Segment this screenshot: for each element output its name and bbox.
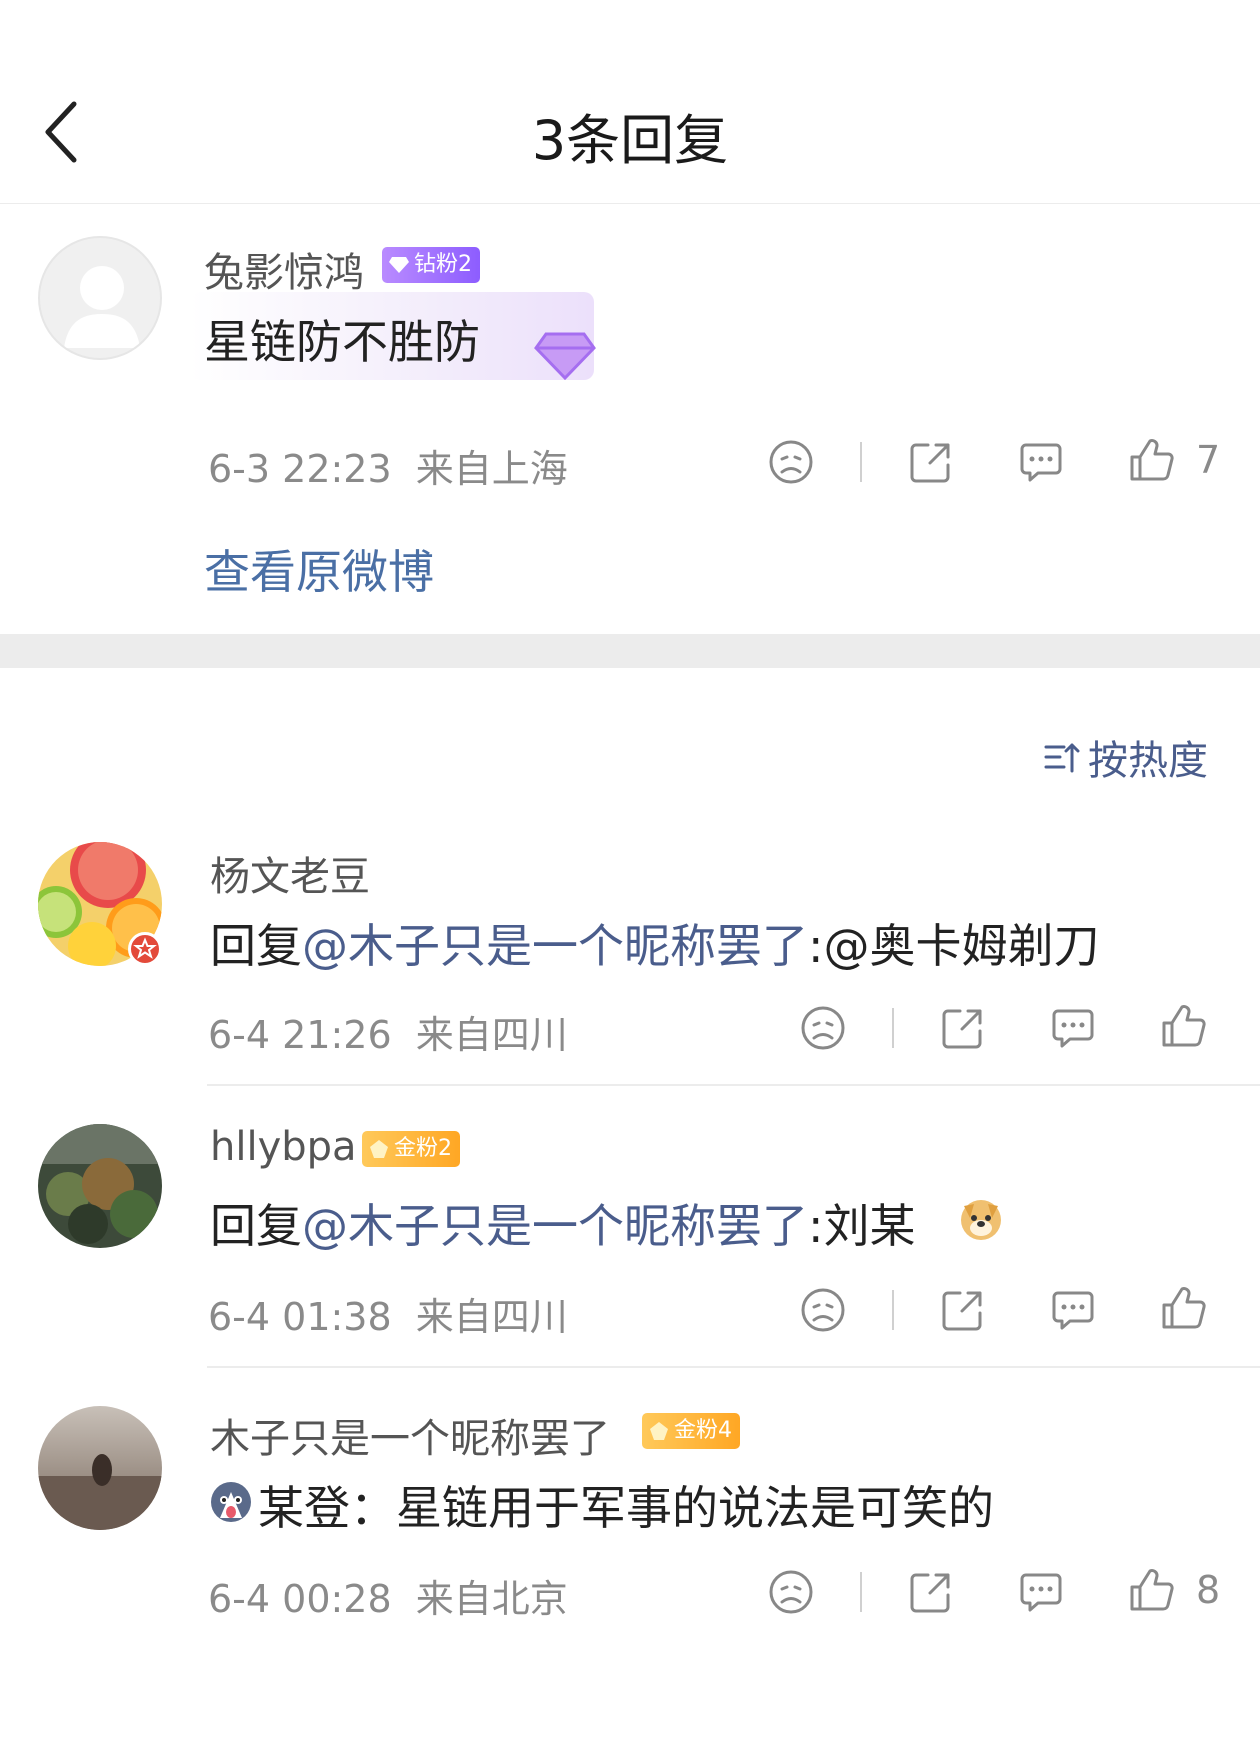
diamond-decoration-icon [534, 328, 596, 384]
mention-link[interactable]: @木子只是一个昵称罢了 [302, 919, 808, 973]
username[interactable]: 木子只是一个昵称罢了 [210, 1406, 610, 1464]
divider [207, 1366, 1260, 1368]
fan-badge: 钻粉2 [382, 247, 480, 283]
top-bar: 3条回复 [0, 0, 1260, 204]
sort-toggle[interactable]: 按热度 [1042, 728, 1208, 786]
reply-text: 回复@木子只是一个昵称罢了:刘某 [210, 1190, 916, 1256]
fan-badge: 金粉2 [362, 1131, 460, 1167]
comment-icon[interactable] [1048, 1285, 1098, 1335]
verified-badge-icon [128, 932, 162, 966]
view-original-link[interactable]: 查看原微博 [204, 536, 434, 602]
sort-label: 按热度 [1088, 738, 1208, 784]
separator [892, 1290, 894, 1330]
timestamp: 6-4 21:26 [208, 1013, 392, 1057]
reply-text: 回复@木子只是一个昵称罢了:@奥卡姆剃刀 [210, 910, 1100, 976]
like-count: 8 [1196, 1568, 1221, 1612]
dislike-icon[interactable] [766, 1567, 816, 1617]
avatar[interactable] [38, 1124, 162, 1248]
share-icon[interactable] [906, 437, 956, 487]
reply-prefix: 回复 [210, 1199, 302, 1253]
share-icon[interactable] [938, 1003, 988, 1053]
comment-icon[interactable] [1048, 1003, 1098, 1053]
badge-label: 金粉2 [394, 1136, 452, 1161]
reply-meta: 6-4 21:26 来自四川 [208, 1004, 568, 1059]
username[interactable]: hllybpa [210, 1124, 357, 1170]
page-title: 3条回复 [531, 109, 729, 172]
husky-emoji-icon [208, 1478, 254, 1528]
divider [207, 1084, 1260, 1086]
timestamp: 6-3 22:23 [208, 447, 392, 491]
like-icon[interactable] [1126, 435, 1176, 485]
dislike-icon[interactable] [798, 1003, 848, 1053]
reply-rest: :刘某 [808, 1199, 916, 1253]
diamond-icon [389, 257, 409, 273]
fan-badge: 金粉4 [642, 1413, 740, 1449]
share-icon[interactable] [906, 1567, 956, 1617]
location: 来自上海 [415, 447, 568, 491]
location: 来自四川 [415, 1013, 568, 1057]
username[interactable]: 兔影惊鸿 [204, 240, 364, 298]
comment-icon[interactable] [1016, 1567, 1066, 1617]
mention-link[interactable]: @木子只是一个昵称罢了 [302, 1199, 808, 1253]
separator [860, 442, 862, 482]
separator [860, 1572, 862, 1612]
reply-prefix: 回复 [210, 919, 302, 973]
doge-emoji-icon [958, 1196, 1004, 1246]
avatar[interactable] [38, 236, 162, 360]
like-count: 7 [1196, 438, 1221, 482]
reply-text: 某登：星链用于军事的说法是可笑的 [258, 1481, 994, 1535]
badge-label: 金粉4 [674, 1418, 732, 1443]
username[interactable]: 杨文老豆 [210, 844, 370, 902]
dislike-icon[interactable] [798, 1285, 848, 1335]
comment-icon[interactable] [1016, 437, 1066, 487]
badge-label: 钻粉2 [414, 252, 472, 277]
sort-icon [1044, 743, 1080, 773]
timestamp: 6-4 01:38 [208, 1295, 392, 1339]
reply-meta: 6-4 00:28 来自北京 [208, 1568, 568, 1623]
timestamp: 6-4 00:28 [208, 1577, 392, 1621]
like-icon[interactable] [1126, 1565, 1176, 1615]
gem-icon [650, 1422, 668, 1440]
gem-icon [370, 1140, 388, 1158]
comment-meta: 6-3 22:23 来自上海 [208, 438, 568, 493]
location: 来自北京 [415, 1577, 568, 1621]
comment-text: 星链防不胜防 [204, 315, 480, 369]
location: 来自四川 [415, 1295, 568, 1339]
separator [892, 1008, 894, 1048]
share-icon[interactable] [938, 1285, 988, 1335]
section-divider [0, 634, 1260, 668]
reply-rest: :@奥卡姆剃刀 [808, 919, 1100, 973]
dislike-icon[interactable] [766, 437, 816, 487]
reply-meta: 6-4 01:38 来自四川 [208, 1286, 568, 1341]
like-icon[interactable] [1158, 1001, 1208, 1051]
avatar[interactable] [38, 1406, 162, 1530]
like-icon[interactable] [1158, 1283, 1208, 1333]
